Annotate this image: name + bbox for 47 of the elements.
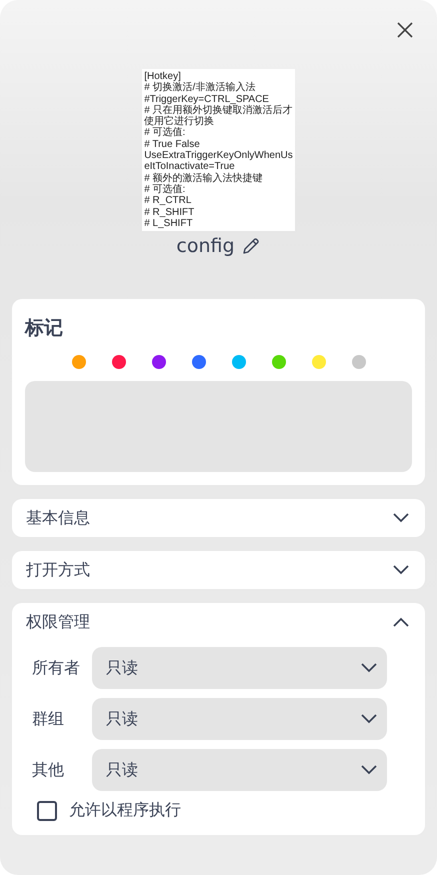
preview-line: # True False [144,138,201,150]
preview-line: # 只在用额外切换键取消激活后才 [144,104,293,116]
preview-line: # 额外的激活输入法快捷键 [144,172,264,184]
preview-line: # R_SHIFT [144,206,196,218]
preview-line: UseExtraTriggerKeyOnlyWhenUs [144,150,293,162]
section-title: 打开方式 [26,560,90,581]
preview-line: 使用它进行切换 [144,116,216,128]
preview-line: eItToInactivate=True [144,161,236,172]
color-dot[interactable] [152,355,166,370]
preview-line: # 切换激活/非激活输入法 [144,82,256,94]
section-header[interactable]: 基本信息 [12,499,425,538]
chevron-down-icon [361,663,377,674]
chevron-down-icon [361,714,377,724]
pencil-icon[interactable] [240,236,261,256]
preview-line: #TriggerKey=CTRL_SPACE [144,94,270,105]
section-header[interactable]: 打开方式 [12,551,425,590]
permission-select[interactable]: 只读 [92,698,387,740]
color-dot[interactable] [112,355,126,370]
color-dot[interactable] [192,355,206,370]
notes-field[interactable] [25,381,412,472]
preview-line: # 可选值: [144,184,186,196]
section-header[interactable]: 权限管理 [12,603,425,642]
permission-select[interactable]: 只读 [92,749,387,792]
file-name: config [176,235,235,258]
chevron-down-icon [361,765,377,776]
preview-line: # 可选值: [144,127,186,139]
preview-line: # L_SHIFT [144,218,194,230]
chevron-down-icon [393,513,409,524]
permission-label: 其他 [32,760,65,781]
section-title: 基本信息 [26,508,90,529]
permission-select[interactable]: 只读 [92,647,387,690]
color-dot[interactable] [232,355,246,370]
color-dot[interactable] [352,355,366,370]
chevron-up-icon [393,617,409,628]
permission-label: 所有者 [32,658,81,679]
color-dot[interactable] [72,355,86,370]
close-icon [397,22,413,38]
preview-line: # R_CTRL [144,195,192,207]
section-title: 权限管理 [26,612,90,633]
color-dot[interactable] [312,355,326,370]
permission-label: 群组 [32,708,65,730]
preview-line: [Hotkey] [144,71,182,82]
color-dot[interactable] [272,355,286,370]
tags-title: 标记 [25,316,64,342]
execute-label: 允许以程序执行 [69,800,181,822]
execute-checkbox[interactable] [37,800,57,821]
chevron-down-icon [393,565,409,576]
